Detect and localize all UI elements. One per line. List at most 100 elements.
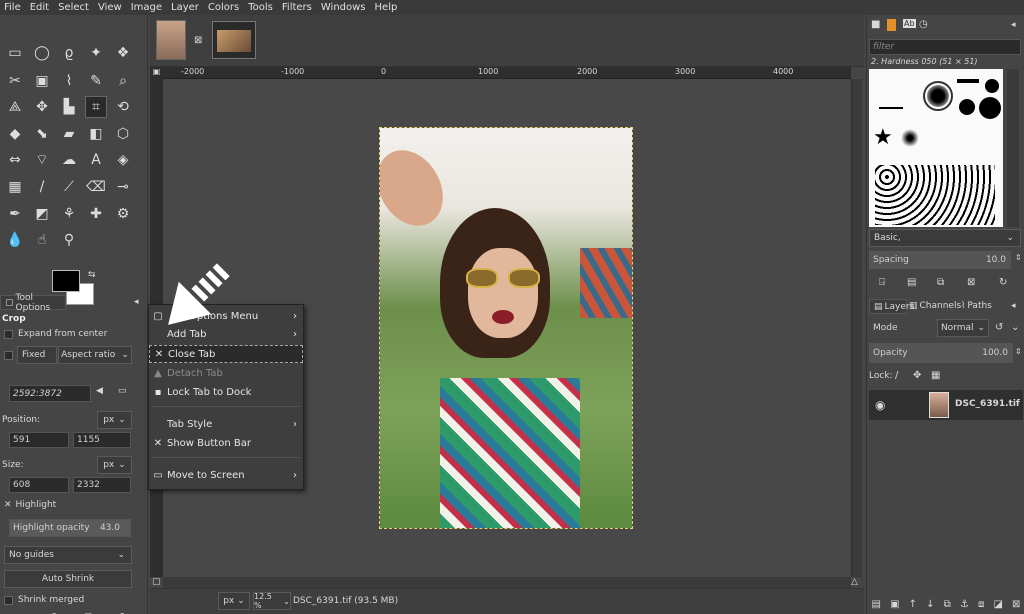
menu-item-tab-style[interactable]: Tab Style › bbox=[149, 415, 303, 433]
warp-transform-icon[interactable]: ☁ bbox=[58, 149, 80, 171]
rect-select-icon[interactable]: ▭ bbox=[4, 42, 26, 64]
fuzzy-select-icon[interactable]: ✦ bbox=[85, 42, 107, 64]
menu-help[interactable]: Help bbox=[375, 2, 398, 13]
brush-tag-dropdown[interactable]: Basic, ⌄ bbox=[869, 229, 1021, 247]
menu-view[interactable]: View bbox=[98, 2, 122, 13]
brush-item[interactable] bbox=[985, 79, 999, 93]
ratio-swap-icon[interactable]: ◀ bbox=[96, 386, 103, 396]
delete-brush-icon[interactable]: ⊠ bbox=[967, 277, 975, 288]
cage-transform-icon[interactable]: ⌔ bbox=[31, 149, 53, 171]
spacing-stepper[interactable]: ⇕ bbox=[1015, 253, 1022, 262]
menu-image[interactable]: Image bbox=[131, 2, 162, 13]
edit-brush-icon[interactable]: ⍈ bbox=[879, 277, 885, 288]
panel-menu-icon[interactable]: ◂ bbox=[1011, 20, 1016, 30]
blur-icon[interactable]: 💧 bbox=[4, 229, 26, 251]
size-h-input[interactable]: 2332 bbox=[73, 477, 131, 493]
menu-item-lock-tab[interactable]: ▪ Lock Tab to Dock bbox=[149, 383, 303, 401]
lock-alpha-icon[interactable]: ▦ bbox=[931, 370, 940, 381]
brush-item[interactable] bbox=[959, 99, 975, 115]
tab-paths[interactable]: ⌇ Paths bbox=[961, 301, 992, 311]
tab-channels[interactable]: ▥ Channels bbox=[909, 301, 961, 311]
heal-icon[interactable]: ✚ bbox=[85, 203, 107, 225]
menu-tools[interactable]: Tools bbox=[248, 2, 273, 13]
highlight-option[interactable]: ✕ Highlight bbox=[4, 496, 144, 514]
menu-file[interactable]: File bbox=[4, 2, 21, 13]
raise-layer-icon[interactable]: ↑ bbox=[909, 599, 917, 610]
position-y-input[interactable]: 1155 bbox=[73, 432, 131, 448]
text-icon[interactable]: A bbox=[85, 149, 107, 171]
menu-windows[interactable]: Windows bbox=[321, 2, 366, 13]
paths-icon[interactable]: ⌇ bbox=[58, 70, 80, 92]
auto-shrink-button[interactable]: Auto Shrink bbox=[4, 570, 132, 588]
color-picker-icon[interactable]: ✎ bbox=[85, 70, 107, 92]
menu-item-move-to-screen[interactable]: ▭ Move to Screen › bbox=[149, 466, 303, 484]
shrink-merged-checkbox[interactable] bbox=[4, 595, 13, 605]
perspective-icon[interactable]: ◧ bbox=[85, 123, 107, 145]
brush-item[interactable] bbox=[957, 79, 979, 83]
layer-mask-icon[interactable]: ◪ bbox=[993, 599, 1002, 610]
anchor-layer-icon[interactable]: ⚓ bbox=[960, 599, 969, 610]
flip-icon[interactable]: ⇔ bbox=[4, 149, 26, 171]
ellipse-select-icon[interactable]: ◯ bbox=[31, 42, 53, 64]
select-by-color-icon[interactable]: ❖ bbox=[112, 42, 134, 64]
opacity-stepper[interactable]: ⇕ bbox=[1015, 347, 1022, 356]
menu-item-close-tab[interactable]: ✕ Close Tab bbox=[149, 345, 303, 363]
close-tab-icon[interactable]: ⊠ bbox=[194, 35, 202, 46]
vertical-scrollbar[interactable] bbox=[851, 79, 862, 577]
tab-layers[interactable]: ▤ Layers bbox=[869, 299, 914, 314]
patterns-tab-icon[interactable] bbox=[887, 19, 896, 31]
lock-pixels-icon[interactable]: / bbox=[895, 370, 898, 381]
smudge-icon[interactable]: ☝ bbox=[31, 229, 53, 251]
star-brush-icon[interactable]: ★ bbox=[873, 125, 893, 150]
brush-filter-input[interactable]: filter bbox=[869, 39, 1021, 55]
mypaint-brush-icon[interactable]: ◩ bbox=[31, 203, 53, 225]
zoom-dropdown[interactable]: 12.5 % ⌄ bbox=[253, 592, 291, 610]
scissors-icon[interactable]: ✂ bbox=[4, 70, 26, 92]
panel-menu-icon[interactable]: ◂ bbox=[134, 297, 139, 307]
duplicate-layer-icon[interactable]: ⧉ bbox=[944, 599, 951, 610]
expand-from-center-option[interactable]: Expand from center bbox=[4, 325, 144, 343]
fonts-tab-icon[interactable]: Ab bbox=[903, 19, 916, 28]
lock-position-icon[interactable]: ✥ bbox=[913, 370, 921, 381]
eye-icon[interactable]: ◉ bbox=[875, 398, 885, 412]
unified-transform-icon[interactable]: ⟲ bbox=[112, 96, 134, 118]
perspective-clone-icon[interactable]: ⚙ bbox=[112, 203, 134, 225]
brush-item[interactable] bbox=[879, 107, 903, 109]
document-history-tab-icon[interactable]: ◷ bbox=[919, 19, 928, 30]
brush-item[interactable] bbox=[979, 97, 1001, 119]
spacing-slider[interactable]: Spacing 10.0 bbox=[869, 251, 1011, 269]
menu-filters[interactable]: Filters bbox=[282, 2, 312, 13]
layer-mode-reset-icon[interactable]: ↺ bbox=[995, 322, 1003, 333]
mode-dropdown[interactable]: Normal ⌄ bbox=[937, 319, 989, 337]
brush-grid[interactable]: ★ bbox=[869, 69, 1003, 227]
opacity-slider[interactable]: Opacity 100.0 bbox=[869, 343, 1013, 363]
pencil-icon[interactable]: / bbox=[31, 176, 53, 198]
new-brush-icon[interactable]: ▤ bbox=[907, 277, 916, 288]
delete-layer-icon[interactable]: ⊠ bbox=[1012, 599, 1020, 610]
align-icon[interactable]: ▙ bbox=[58, 96, 80, 118]
gradient-icon[interactable]: ▦ bbox=[4, 176, 26, 198]
move-icon[interactable]: ✥ bbox=[31, 96, 53, 118]
chevron-down-icon[interactable]: ⌄ bbox=[1011, 322, 1019, 333]
image-tab-thumbnail-1[interactable] bbox=[156, 20, 186, 60]
size-unit-dropdown[interactable]: px ⌄ bbox=[97, 456, 132, 474]
image-photo[interactable] bbox=[379, 127, 633, 529]
brush-texture-items[interactable] bbox=[875, 165, 995, 225]
ratio-input[interactable]: 2592:3872 bbox=[9, 385, 91, 402]
dodge-burn-icon[interactable]: ⚲ bbox=[58, 229, 80, 251]
scale-icon[interactable]: ⬊ bbox=[31, 123, 53, 145]
paintbrush-icon[interactable]: ⟋ bbox=[58, 176, 80, 198]
refresh-brushes-icon[interactable]: ↻ bbox=[999, 277, 1007, 288]
brush-item[interactable] bbox=[901, 129, 919, 147]
3d-transform-icon[interactable]: ⬡ bbox=[112, 123, 134, 145]
brush-scrollbar[interactable] bbox=[1007, 69, 1019, 227]
swap-colors-icon[interactable]: ⇆ bbox=[88, 270, 96, 280]
duplicate-brush-icon[interactable]: ⧉ bbox=[937, 277, 944, 288]
menu-edit[interactable]: Edit bbox=[30, 2, 49, 13]
eraser-icon[interactable]: ⌫ bbox=[85, 176, 107, 198]
highlight-opacity-slider[interactable]: Highlight opacity 43.0 bbox=[9, 519, 131, 537]
menu-select[interactable]: Select bbox=[58, 2, 89, 13]
free-select-icon[interactable]: ϱ bbox=[58, 42, 80, 64]
rotate-icon[interactable]: ◆ bbox=[4, 123, 26, 145]
new-layer-group-icon[interactable]: ▣ bbox=[890, 599, 899, 610]
